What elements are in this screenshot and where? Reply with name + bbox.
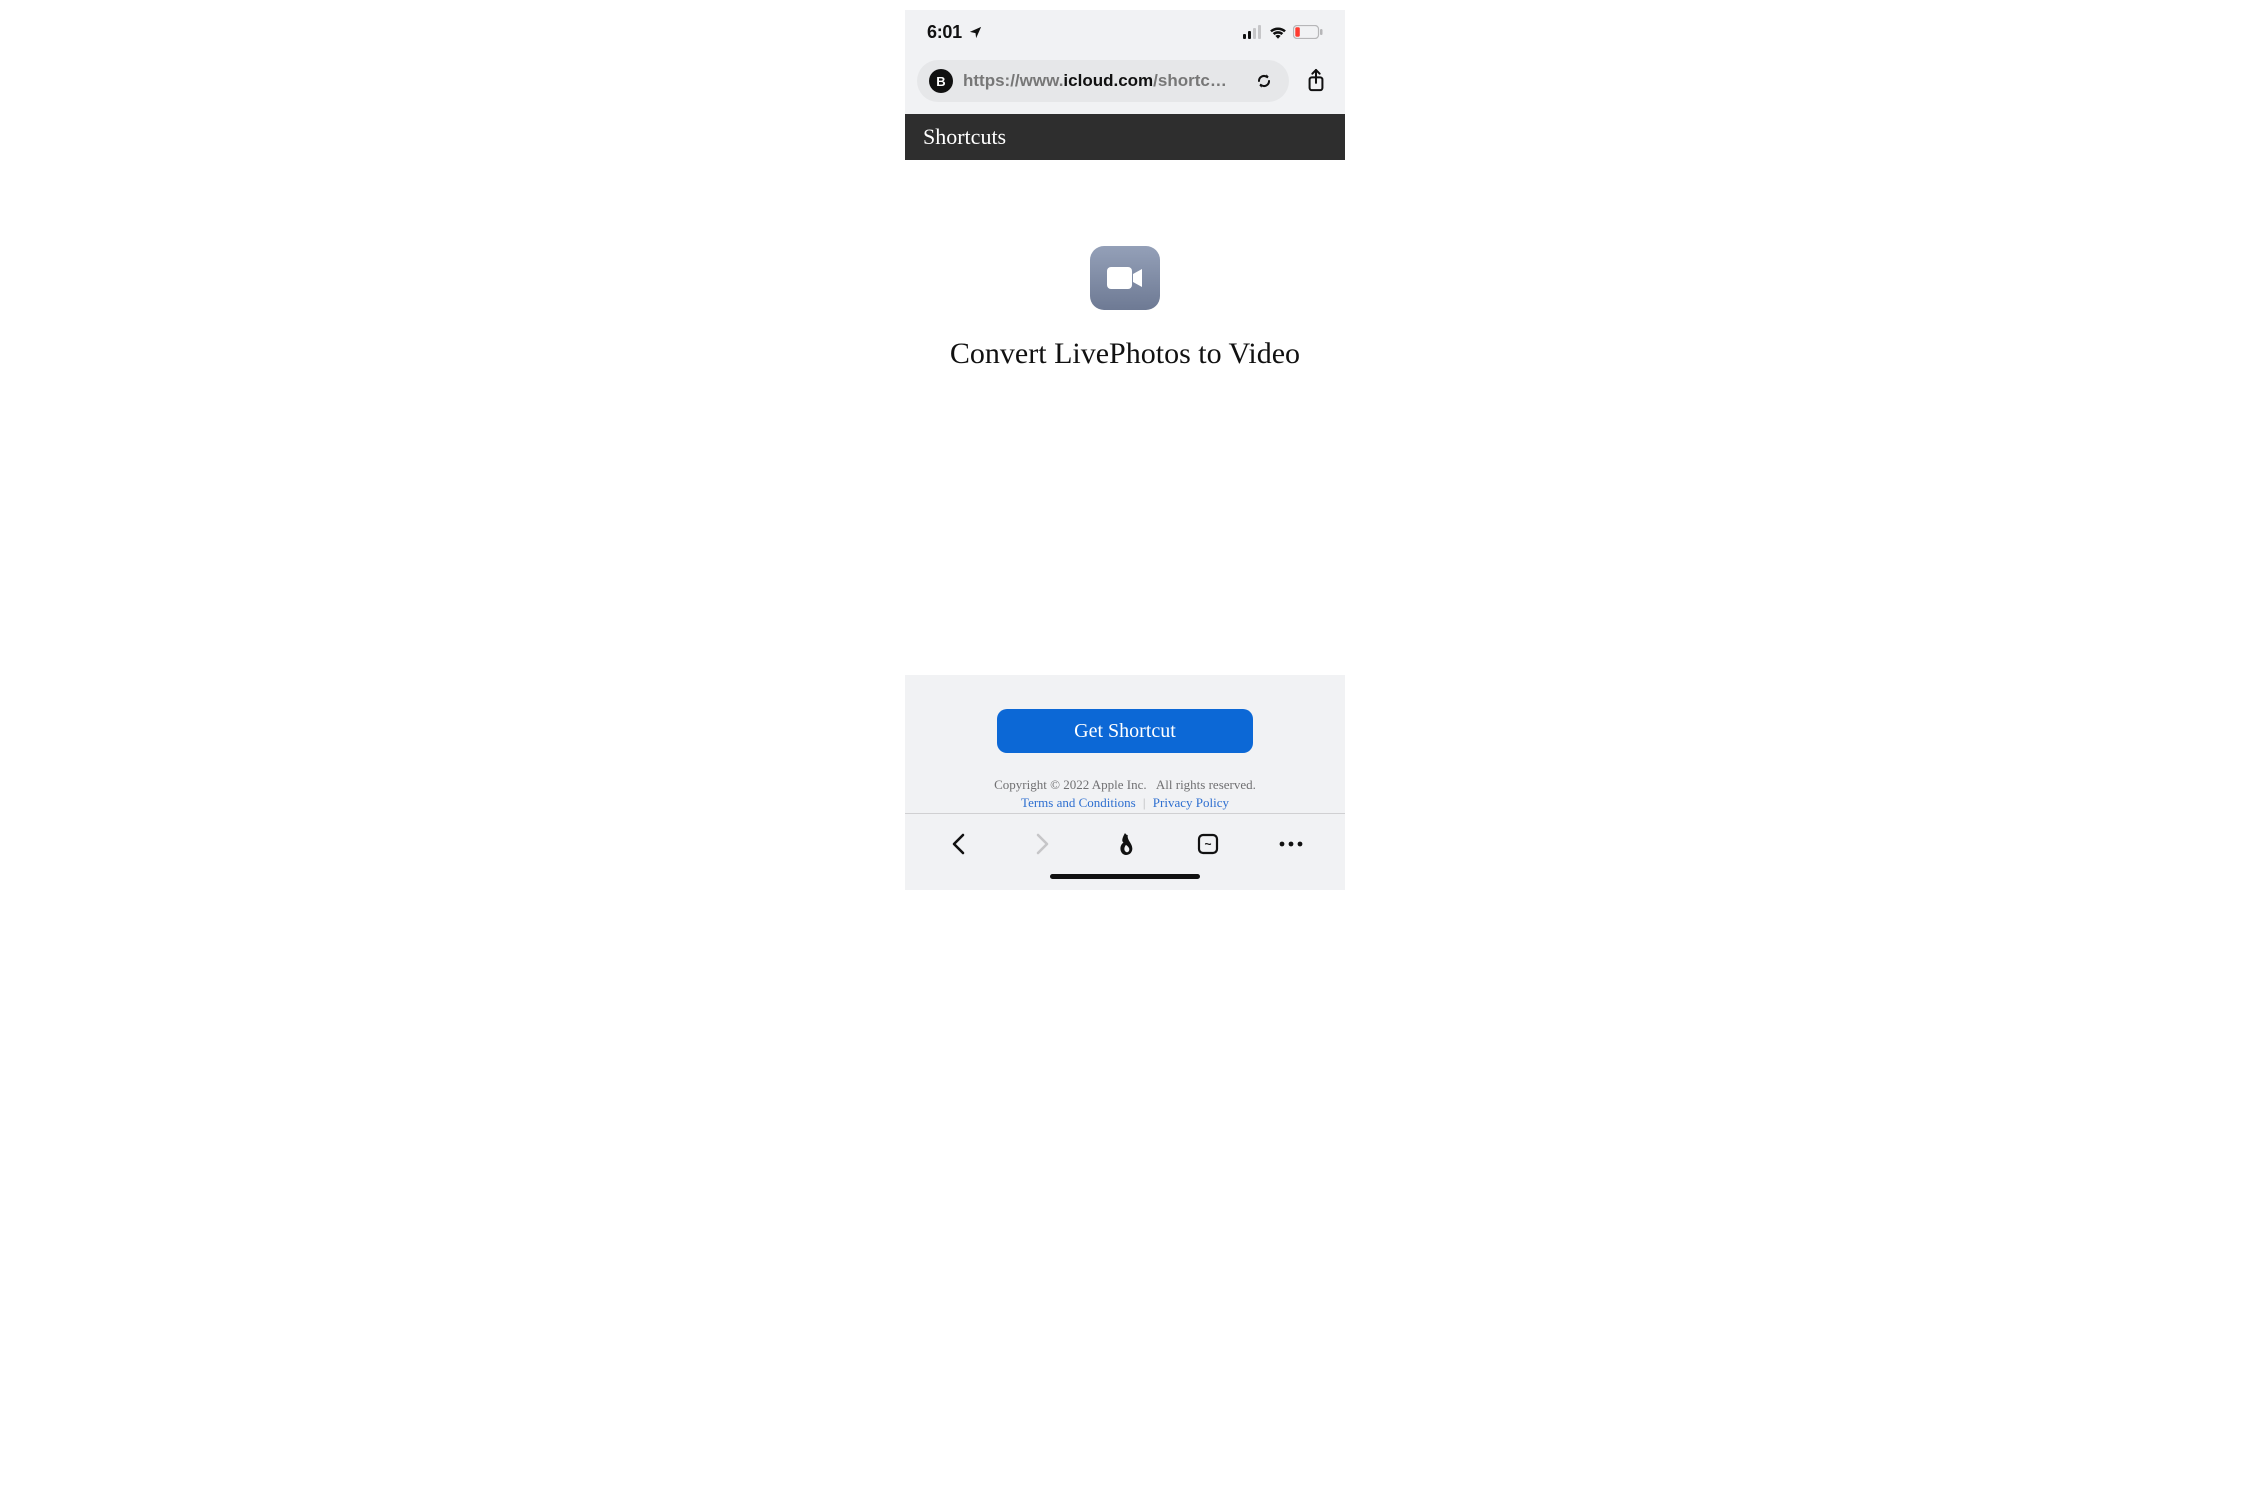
page-header-title: Shortcuts <box>923 124 1006 150</box>
url-ellipsis: … <box>1210 71 1227 91</box>
phone-frame: 6:01 <box>905 10 1345 890</box>
page-content: Convert LivePhotos to Video <box>905 160 1345 675</box>
shortcut-title: Convert LivePhotos to Video <box>950 336 1300 372</box>
site-badge: B <box>929 69 953 93</box>
status-time: 6:01 <box>927 22 962 43</box>
bottom-panel: Get Shortcut Copyright © 2022 Apple Inc.… <box>905 675 1345 890</box>
reload-icon <box>1253 70 1275 92</box>
address-bar[interactable]: B https://www.icloud.com/shortc… <box>917 60 1289 102</box>
home-indicator[interactable] <box>905 874 1345 890</box>
url-bar-row: B https://www.icloud.com/shortc… <box>905 54 1345 114</box>
video-camera-icon <box>1106 265 1144 291</box>
more-icon <box>1278 840 1304 848</box>
url-text: https://www.icloud.com/shortc… <box>963 71 1241 91</box>
legal-footer: Copyright © 2022 Apple Inc. All rights r… <box>905 777 1345 814</box>
fire-icon <box>1114 831 1136 857</box>
get-shortcut-button[interactable]: Get Shortcut <box>997 709 1253 753</box>
privacy-link[interactable]: Privacy Policy <box>1153 795 1229 810</box>
forward-button[interactable] <box>1020 822 1064 866</box>
tabs-button[interactable]: ~ <box>1186 822 1230 866</box>
share-icon <box>1305 68 1327 94</box>
shortcut-app-icon <box>1090 246 1160 310</box>
page-header: Shortcuts <box>905 114 1345 160</box>
status-right <box>1243 25 1323 39</box>
rights-text: All rights reserved. <box>1156 777 1256 793</box>
menu-button[interactable] <box>1269 822 1313 866</box>
reload-button[interactable] <box>1251 68 1277 94</box>
battery-icon <box>1293 25 1323 39</box>
copyright-text: Copyright © 2022 Apple Inc. <box>994 777 1147 793</box>
cellular-signal-icon <box>1243 25 1263 39</box>
share-button[interactable] <box>1303 68 1329 94</box>
terms-link[interactable]: Terms and Conditions <box>1021 795 1136 810</box>
trending-button[interactable] <box>1103 822 1147 866</box>
browser-top-chrome: 6:01 <box>905 10 1345 114</box>
browser-toolbar: ~ <box>905 814 1345 874</box>
wifi-icon <box>1269 25 1287 39</box>
legal-separator: | <box>1143 795 1146 810</box>
url-domain: icloud.com <box>1063 71 1153 91</box>
location-icon <box>968 25 983 40</box>
tabs-count: ~ <box>1205 837 1212 851</box>
tabs-icon: ~ <box>1196 832 1220 856</box>
status-bar: 6:01 <box>905 10 1345 54</box>
chevron-right-icon <box>1033 833 1051 855</box>
chevron-left-icon <box>950 833 968 855</box>
back-button[interactable] <box>937 822 981 866</box>
legal-links: Terms and Conditions | Privacy Policy <box>905 795 1345 811</box>
url-path: /shortc <box>1153 71 1210 91</box>
status-left: 6:01 <box>927 22 983 43</box>
url-scheme: https://www. <box>963 71 1063 91</box>
